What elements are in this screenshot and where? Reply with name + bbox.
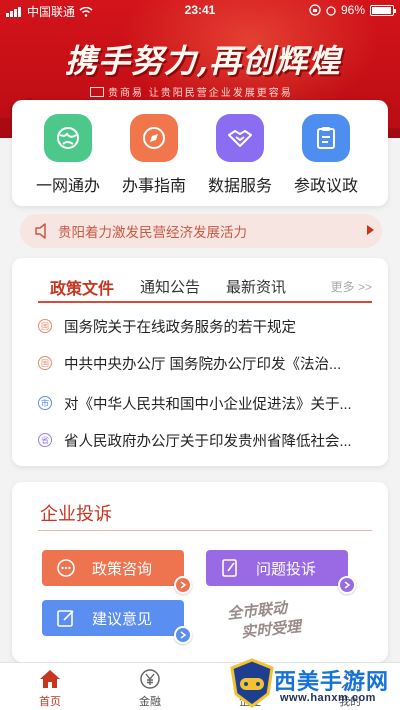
alarm-icon [326,6,336,16]
quick-action-online-service[interactable]: 一网通办 [28,114,108,196]
handshake-icon [216,114,264,162]
header-subline: 贵商易 让贵阳民营企业发展更容易 [90,84,293,99]
complaint-slogan: 全市联动 实时受理 [226,598,302,642]
go-arrow-icon [174,626,192,644]
status-bar: 中国联通 23:41 96% [0,0,400,20]
news-card: 政策文件 通知公告 最新资讯 更多 >> 国 国务院关于在线政务服务的若干规定 … [12,258,388,466]
news-list-item[interactable]: 国 国务院关于在线政务服务的若干规定 [38,315,368,337]
tab-latest[interactable]: 最新资讯 [226,276,286,297]
site-watermark: 西美手游网 www.hanxm.com [226,656,400,710]
problem-complaint-label: 问题投诉 [256,560,317,578]
news-bullet-icon: 市 [38,396,52,410]
quick-actions-card: 一网通办 办事指南 数据服务 参政议政 [12,100,388,206]
quick-action-label: 办事指南 [121,178,186,195]
policy-consult-button[interactable]: 政策咨询 [42,550,192,594]
notice-text: 贵阳着力激发民营经济发展活力 [58,225,247,240]
news-title: 中共中央办公厅 国务院办公厅印发《法治... [64,356,342,373]
problem-complaint-button[interactable]: 问题投诉 [206,550,356,594]
news-bullet-icon: 国 [38,356,52,370]
quick-action-politics[interactable]: 参政议政 [286,114,366,196]
news-title: 国务院关于在线政务服务的若干规定 [64,319,296,336]
notice-bar[interactable]: 贵阳着力激发民营经济发展活力 [20,214,382,248]
edit-icon [56,608,76,628]
news-list-item[interactable]: 省 省人民政府办公厅关于印发贵州省降低社会... [38,429,368,451]
header-slogan: 携手努力,再创辉煌 [64,42,342,80]
lock-rotation-icon [309,4,321,16]
speaker-icon [35,223,46,239]
nav-home[interactable]: 首页 [20,667,80,709]
compass-icon [130,114,178,162]
brand-logo-icon [90,87,104,97]
tab-policy[interactable]: 政策文件 [50,275,114,299]
nav-label: 首页 [39,696,61,708]
complaint-title: 企业投诉 [40,504,112,524]
nav-label: 金融 [139,696,161,708]
news-title: 对《中华人民共和国中小企业促进法》关于... [64,396,352,413]
chat-icon [56,558,76,578]
complaint-divider [38,530,372,531]
news-list-item[interactable]: 国 中共中央办公厅 国务院办公厅印发《法治... [38,352,368,374]
notice-arrow-icon [367,225,374,235]
battery-icon [370,4,396,16]
document-icon [302,114,350,162]
tab-divider [38,301,372,303]
complaint-card: 企业投诉 政策咨询 问题投诉 建议意见 全市联动 实时受理 [12,482,388,662]
yen-icon [120,667,180,691]
policy-consult-label: 政策咨询 [92,560,153,578]
more-link[interactable]: 更多 >> [331,278,372,295]
nav-finance[interactable]: 金融 [120,667,180,709]
pen-paper-icon [220,558,240,578]
news-list-item[interactable]: 市 对《中华人民共和国中小企业促进法》关于... [38,392,368,414]
go-arrow-icon [338,576,356,594]
news-bullet-icon: 省 [38,433,52,447]
home-icon [20,667,80,691]
go-arrow-icon [174,576,192,594]
tab-notice[interactable]: 通知公告 [140,276,200,297]
quick-action-label: 数据服务 [207,178,272,195]
quick-action-label: 一网通办 [35,178,100,195]
quick-action-label: 参政议政 [293,178,358,195]
battery-percent: 96% [340,3,365,17]
news-title: 省人民政府办公厅关于印发贵州省降低社会... [64,433,352,450]
watermark-url: www.hanxm.com [280,692,376,704]
gamepad-shield-icon [230,658,274,708]
suggestion-label: 建议意见 [92,610,153,628]
globe-icon [44,114,92,162]
suggestion-button[interactable]: 建议意见 [42,600,192,644]
news-tabs: 政策文件 通知公告 最新资讯 更多 >> [38,274,372,303]
quick-action-guide[interactable]: 办事指南 [114,114,194,196]
quick-action-data-service[interactable]: 数据服务 [200,114,280,196]
news-bullet-icon: 国 [38,319,52,333]
